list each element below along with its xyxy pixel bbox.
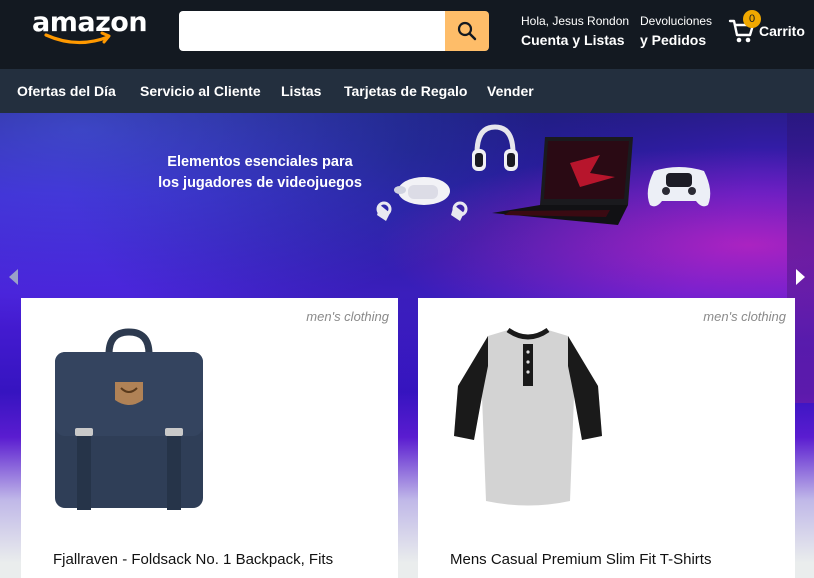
product-title[interactable]: Mens Casual Premium Slim Fit T-Shirts: [450, 551, 770, 568]
hero-headline-line2: los jugadores de videojuegos: [158, 175, 362, 191]
logo-smile-icon: [44, 31, 111, 45]
amazon-logo[interactable]: amazon: [32, 8, 148, 48]
nav-item-gift-cards[interactable]: Tarjetas de Regalo: [344, 82, 467, 100]
search-input[interactable]: [179, 11, 445, 51]
account-greeting: Hola, Jesus Rondon: [521, 14, 630, 28]
product-category: men's clothing: [703, 309, 786, 324]
chevron-left-icon[interactable]: [9, 269, 18, 285]
hero-headline: Elementos esenciales para los jugadores …: [150, 152, 370, 194]
returns-line1: Devoluciones: [640, 14, 713, 28]
top-header: amazon Hola, Jesus Rondon Cuenta y Lista…: [0, 0, 814, 69]
hero-headline-line1: Elementos esenciales para: [167, 154, 353, 170]
vr-headset-image: [376, 177, 468, 221]
search-icon: [457, 21, 477, 41]
search-button[interactable]: [445, 11, 489, 51]
search-bar: [179, 11, 489, 51]
nav-item-lists[interactable]: Listas: [281, 82, 321, 100]
returns-line2: y Pedidos: [640, 32, 707, 48]
chevron-right-icon[interactable]: [796, 269, 805, 285]
nav-bar: Ofertas del Día Servicio al Cliente List…: [0, 69, 814, 113]
account-menu[interactable]: Hola, Jesus Rondon Cuenta y Listas: [521, 14, 629, 49]
tshirt-image[interactable]: [448, 326, 608, 516]
controller-image: [647, 167, 711, 207]
laptop-image: [492, 137, 633, 225]
product-category: men's clothing: [306, 309, 389, 324]
returns-orders-link[interactable]: Devoluciones y Pedidos: [640, 14, 712, 49]
nav-item-deals[interactable]: Ofertas del Día: [17, 82, 116, 100]
cart-button[interactable]: 0 Carrito: [728, 10, 808, 50]
product-card[interactable]: men's clothing Mens Casual Premium Slim …: [418, 298, 795, 578]
product-card[interactable]: men's clothing Fjallraven - Foldsack No.…: [21, 298, 398, 578]
nav-item-sell[interactable]: Vender: [487, 82, 534, 100]
nav-item-customer-service[interactable]: Servicio al Cliente: [140, 82, 261, 100]
account-label: Cuenta y Listas: [521, 32, 625, 48]
backpack-image[interactable]: [49, 326, 209, 516]
cart-label: Carrito: [759, 23, 805, 39]
product-title[interactable]: Fjallraven - Foldsack No. 1 Backpack, Fi…: [53, 551, 373, 568]
